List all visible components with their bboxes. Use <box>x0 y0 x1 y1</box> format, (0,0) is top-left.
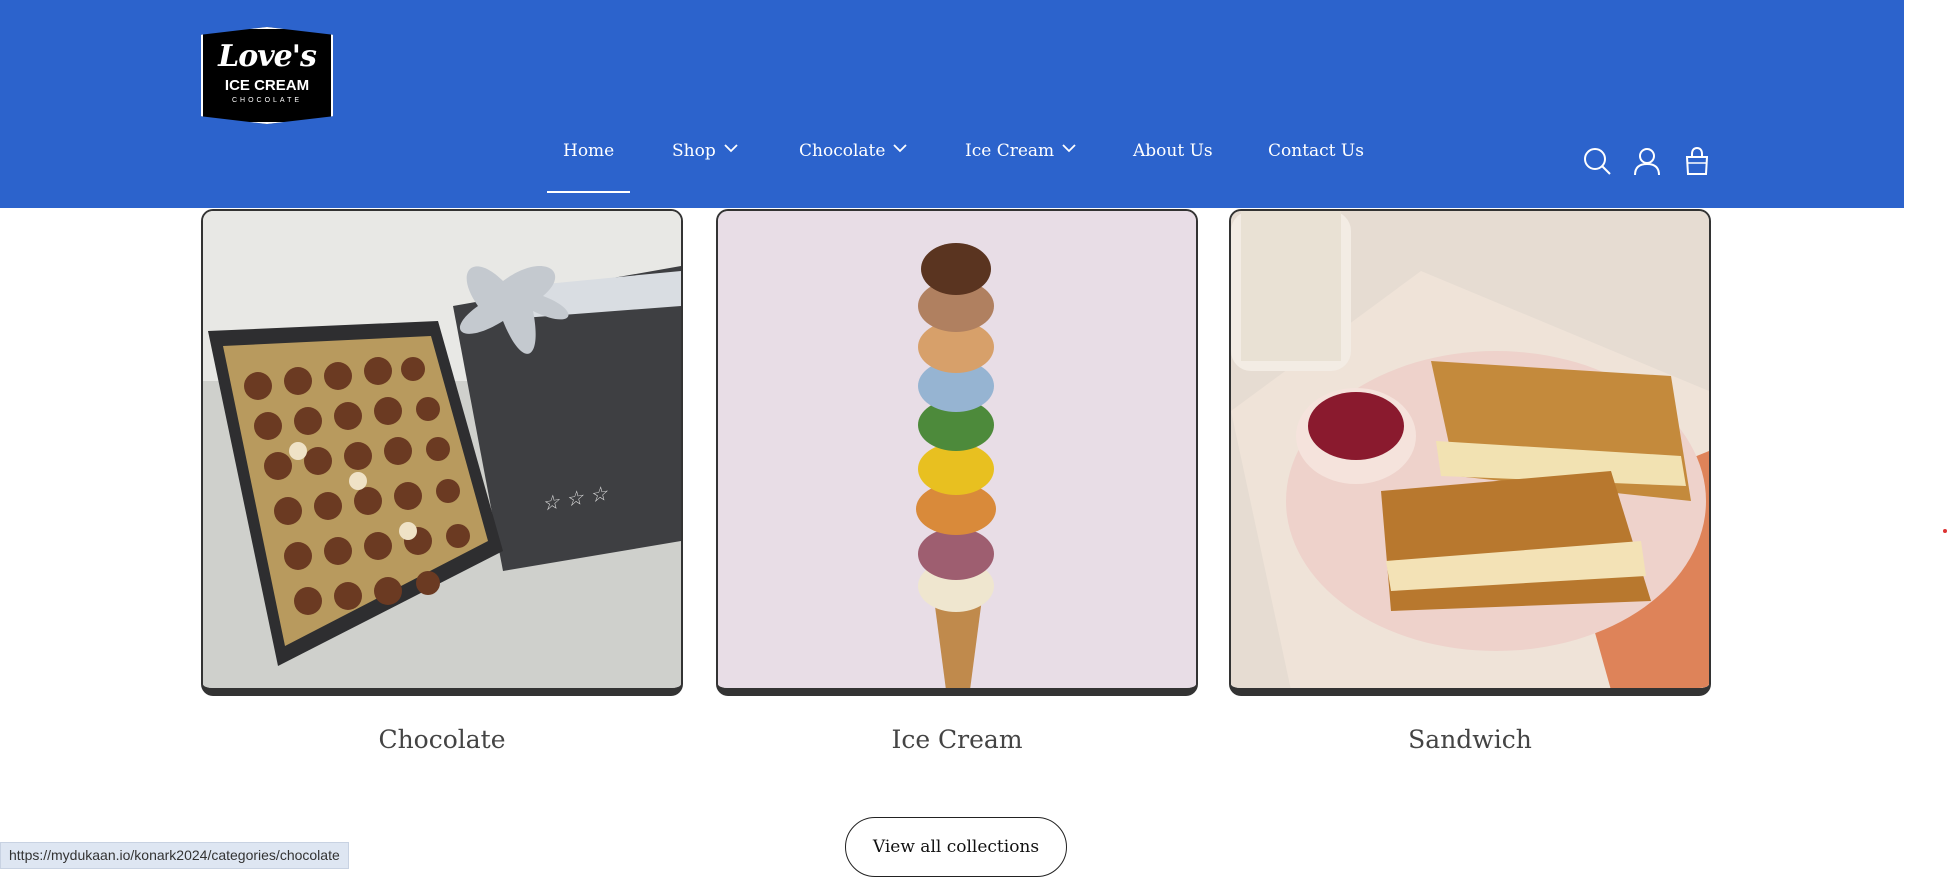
brand-logo[interactable]: Love's ICE CREAM CHOCOLATE <box>201 27 333 124</box>
collection-card-ice-cream[interactable] <box>716 209 1198 696</box>
nav-contact-us[interactable]: Contact Us <box>1268 141 1364 193</box>
site-header: Love's ICE CREAM CHOCOLATE Home Shop Cho… <box>0 0 1904 208</box>
chevron-down-icon <box>1062 144 1076 153</box>
nav-shop-label: Shop <box>672 141 716 161</box>
nav-home[interactable]: Home <box>546 141 631 193</box>
user-icon[interactable] <box>1632 146 1662 176</box>
nav-about-label: About Us <box>1133 141 1213 161</box>
nav-ice-cream-label: Ice Cream <box>965 141 1055 161</box>
nav-contact-label: Contact Us <box>1268 141 1364 161</box>
collection-card-sandwich[interactable] <box>1229 209 1711 696</box>
bag-icon[interactable] <box>1682 146 1712 176</box>
chevron-down-icon <box>893 144 908 153</box>
nav-about-us[interactable]: About Us <box>1133 141 1213 193</box>
collection-label-ice-cream[interactable]: Ice Cream <box>716 725 1198 754</box>
search-icon[interactable] <box>1582 146 1612 176</box>
nav-chocolate[interactable]: Chocolate <box>799 141 908 193</box>
nav-chocolate-label: Chocolate <box>799 141 886 161</box>
chocolate-box-image: ☆ ☆ ☆ <box>203 211 681 688</box>
collection-label-chocolate[interactable]: Chocolate <box>201 725 683 754</box>
view-all-collections-button[interactable]: View all collections <box>845 817 1067 877</box>
nav-shop[interactable]: Shop <box>672 141 738 193</box>
browser-status-bar: https://mydukaan.io/konark2024/categorie… <box>0 842 349 869</box>
nav-home-label: Home <box>563 141 615 161</box>
nav-ice-cream[interactable]: Ice Cream <box>965 141 1076 193</box>
sandwich-image <box>1231 211 1709 688</box>
cursor-dot <box>1943 529 1947 533</box>
logo-script: Love's <box>218 39 317 74</box>
logo-line-3: CHOCOLATE <box>231 97 303 104</box>
collection-label-sandwich[interactable]: Sandwich <box>1229 725 1711 754</box>
collection-card-chocolate[interactable]: ☆ ☆ ☆ <box>201 209 683 696</box>
ice-cream-image <box>718 211 1196 688</box>
chevron-down-icon <box>724 144 738 153</box>
logo-line-2: ICE CREAM <box>224 77 310 94</box>
